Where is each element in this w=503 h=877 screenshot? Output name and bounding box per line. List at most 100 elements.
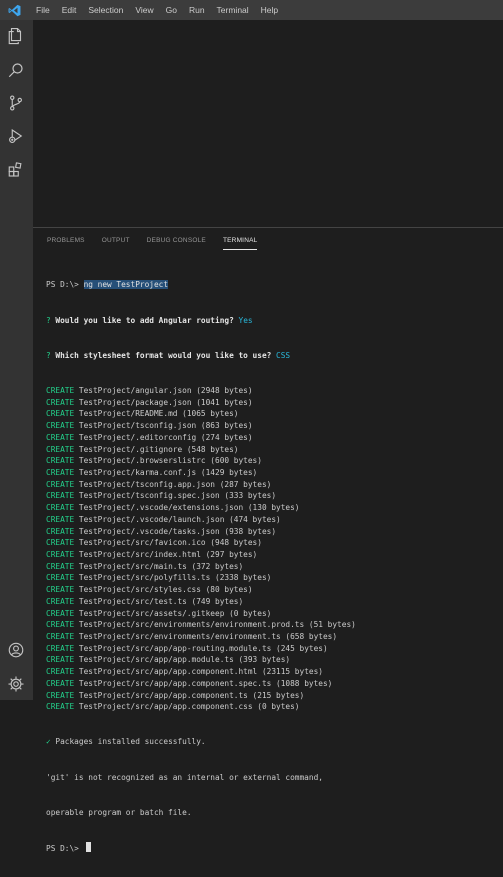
menu-terminal[interactable]: Terminal: [211, 0, 255, 20]
manage-gear-icon[interactable]: [6, 674, 26, 694]
create-label: CREATE: [46, 632, 75, 641]
create-label: CREATE: [46, 538, 75, 548]
search-icon[interactable]: [6, 60, 26, 80]
menu-view[interactable]: View: [129, 0, 159, 20]
terminal-create-line: CREATE TestProject/.vscode/launch.json (…: [46, 514, 496, 526]
question-mark: ?: [46, 315, 51, 325]
terminal-create-line: CREATE TestProject/src/polyfills.ts (233…: [46, 572, 496, 584]
create-label: CREATE: [46, 655, 75, 665]
create-label: CREATE: [46, 397, 75, 407]
terminal-create-line: CREATE TestProject/tsconfig.json (863 by…: [46, 420, 496, 432]
question-mark: ?: [46, 350, 51, 360]
create-label: CREATE: [46, 549, 75, 559]
tab-debug-console[interactable]: DEBUG CONSOLE: [147, 234, 206, 248]
create-label: CREATE: [46, 456, 75, 466]
extensions-icon[interactable]: [6, 160, 26, 180]
terminal-prompt: PS D:\>: [46, 280, 79, 290]
explorer-icon[interactable]: [6, 26, 26, 46]
create-label: CREATE: [46, 667, 75, 677]
created-file-path: TestProject/src/app/app.component.css (0…: [78, 702, 300, 712]
create-label: CREATE: [46, 421, 75, 431]
created-file-path: TestProject/src/app/app.module.ts (393 b…: [78, 655, 291, 665]
question-text: Would you like to add Angular routing?: [55, 315, 234, 325]
create-label: CREATE: [46, 385, 75, 395]
terminal-success-line: ✓ Packages installed successfully.: [46, 736, 496, 748]
terminal-create-line: CREATE TestProject/src/styles.css (80 by…: [46, 584, 496, 596]
create-label: CREATE: [46, 620, 75, 630]
created-file-path: TestProject/src/favicon.ico (948 bytes): [78, 538, 262, 548]
terminal-final-prompt-line: PS D:\>: [46, 841, 496, 854]
menu-selection[interactable]: Selection: [82, 0, 129, 20]
create-label: CREATE: [46, 585, 75, 595]
vscode-logo-icon: [4, 0, 24, 20]
terminal-create-line: CREATE TestProject/src/environments/envi…: [46, 619, 496, 631]
terminal-create-line: CREATE TestProject/tsconfig.app.json (28…: [46, 479, 496, 491]
checkmark-icon: ✓: [46, 737, 51, 747]
menu-go[interactable]: Go: [160, 0, 183, 20]
create-label: CREATE: [46, 444, 75, 454]
created-file-path: TestProject/.vscode/extensions.json (130…: [78, 503, 300, 513]
tab-problems[interactable]: PROBLEMS: [47, 234, 85, 248]
editor-area[interactable]: [33, 20, 503, 227]
create-label: CREATE: [46, 678, 75, 688]
success-text: Packages installed successfully.: [55, 737, 206, 747]
terminal-create-line: CREATE TestProject/src/test.ts (749 byte…: [46, 596, 496, 608]
created-file-path: TestProject/src/app/app.component.ts (21…: [78, 690, 305, 700]
create-label: CREATE: [46, 573, 75, 583]
created-files-list: CREATE TestProject/angular.json (2948 by…: [46, 385, 496, 713]
terminal-create-line: CREATE TestProject/.vscode/extensions.js…: [46, 502, 496, 514]
created-file-path: TestProject/README.md (1065 bytes): [78, 409, 239, 419]
activity-bar: [0, 20, 33, 700]
terminal-create-line: CREATE TestProject/src/environments/envi…: [46, 631, 496, 643]
terminal-create-line: CREATE TestProject/.vscode/tasks.json (9…: [46, 526, 496, 538]
terminal-error-line: operable program or batch file.: [46, 807, 192, 817]
menu-run[interactable]: Run: [183, 0, 211, 20]
terminal-create-line: CREATE TestProject/package.json (1041 by…: [46, 397, 496, 409]
create-label: CREATE: [46, 608, 75, 618]
terminal-create-line: CREATE TestProject/src/app/app.component…: [46, 678, 496, 690]
run-debug-icon[interactable]: [6, 126, 26, 146]
title-bar: File Edit Selection View Go Run Terminal…: [0, 0, 503, 20]
terminal-output[interactable]: PS D:\> ng new TestProject ? Would you l…: [46, 256, 496, 877]
tab-terminal[interactable]: TERMINAL: [222, 234, 258, 250]
created-file-path: TestProject/.gitignore (548 bytes): [78, 444, 239, 454]
terminal-create-line: CREATE TestProject/karma.conf.js (1429 b…: [46, 467, 496, 479]
menu-help[interactable]: Help: [255, 0, 284, 20]
created-file-path: TestProject/src/app/app.component.spec.t…: [78, 678, 333, 688]
menu-edit[interactable]: Edit: [56, 0, 83, 20]
created-file-path: TestProject/src/test.ts (749 bytes): [78, 596, 244, 606]
created-file-path: TestProject/.vscode/tasks.json (938 byte…: [78, 526, 277, 536]
create-label: CREATE: [46, 479, 75, 489]
terminal-error-line: 'git' is not recognized as an internal o…: [46, 772, 323, 782]
created-file-path: TestProject/src/app/app-routing.module.t…: [78, 643, 328, 653]
created-file-path: TestProject/.browserslistrc (600 bytes): [78, 456, 262, 466]
created-file-path: TestProject/src/environments/environment…: [78, 620, 356, 630]
created-file-path: TestProject/src/app/app.component.html (…: [78, 667, 323, 677]
create-label: CREATE: [46, 432, 75, 442]
source-control-icon[interactable]: [6, 93, 26, 113]
terminal-create-line: CREATE TestProject/src/favicon.ico (948 …: [46, 537, 496, 549]
created-file-path: TestProject/package.json (1041 bytes): [78, 397, 253, 407]
create-label: CREATE: [46, 643, 75, 653]
account-icon[interactable]: [6, 640, 26, 660]
terminal-question-stylesheet: ? Which stylesheet format would you like…: [46, 350, 496, 362]
created-file-path: TestProject/karma.conf.js (1429 bytes): [78, 467, 258, 477]
created-file-path: TestProject/tsconfig.spec.json (333 byte…: [78, 491, 277, 501]
created-file-path: TestProject/tsconfig.json (863 bytes): [78, 421, 253, 431]
menu-file[interactable]: File: [30, 0, 56, 20]
created-file-path: TestProject/src/environments/environment…: [78, 632, 338, 641]
create-label: CREATE: [46, 526, 75, 536]
question-text: Which stylesheet format would you like t…: [55, 350, 272, 360]
created-file-path: TestProject/tsconfig.app.json (287 bytes…: [78, 479, 272, 489]
created-file-path: TestProject/src/polyfills.ts (2338 bytes…: [78, 573, 272, 583]
terminal-command-line: PS D:\> ng new TestProject: [46, 279, 496, 291]
terminal-create-line: CREATE TestProject/angular.json (2948 by…: [46, 385, 496, 397]
terminal-cursor: [85, 841, 91, 852]
created-file-path: TestProject/src/index.html (297 bytes): [78, 549, 258, 559]
terminal-question-routing: ? Would you like to add Angular routing?…: [46, 315, 496, 327]
create-label: CREATE: [46, 690, 75, 700]
create-label: CREATE: [46, 503, 75, 513]
tab-output[interactable]: OUTPUT: [102, 234, 130, 248]
terminal-prompt: PS D:\>: [46, 843, 79, 853]
created-file-path: TestProject/src/styles.css (80 bytes): [78, 585, 253, 595]
